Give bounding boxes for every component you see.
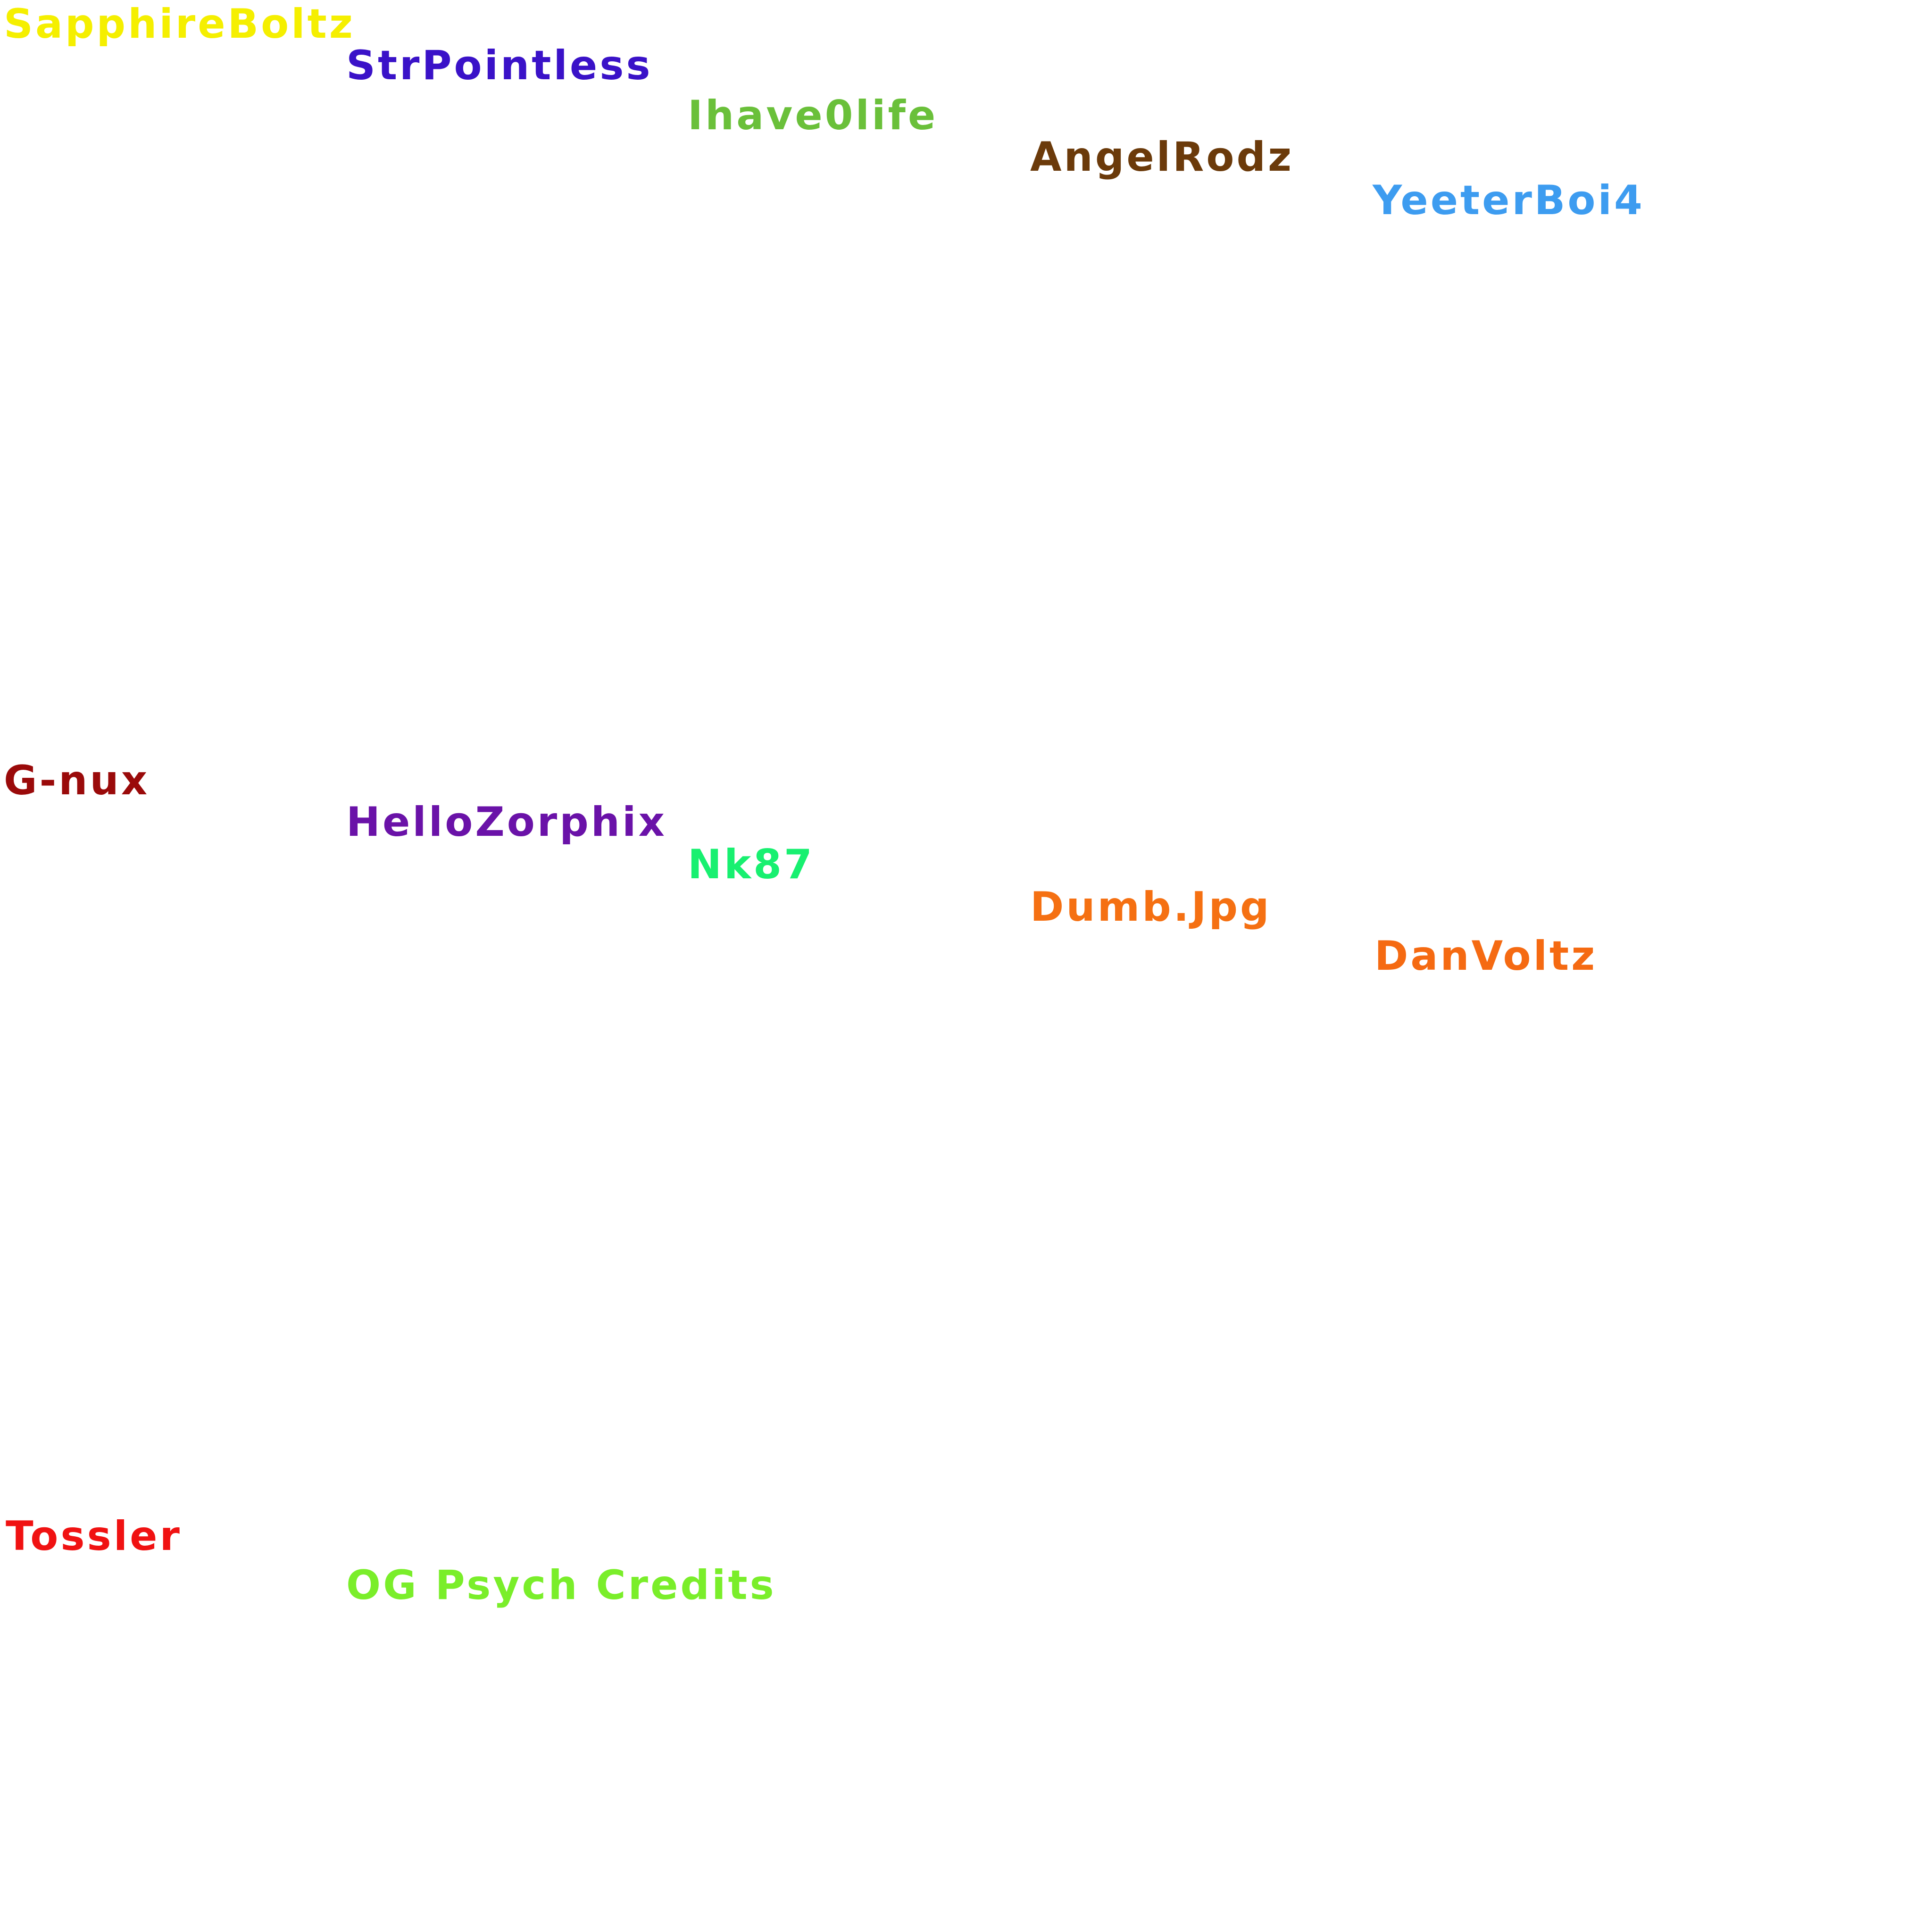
credit-name-dumb-jpg: Dumb.Jpg [1030, 883, 1272, 931]
credit-name-yeeterboi4: YeeterBoi4 [1373, 177, 1645, 224]
credit-name-danvoltz: DanVoltz [1374, 933, 1598, 980]
credit-name-hellozorphix: HelloZorphix [346, 799, 667, 846]
credit-name-tossler: Tossler [6, 1513, 182, 1560]
credit-name-ihave0life: Ihave0life [688, 92, 938, 139]
credit-name-og-psych-credits: OG Psych Credits [346, 1562, 776, 1609]
credit-name-sapphireboltz: SapphireBoltz [4, 0, 355, 48]
credit-name-g-nux: G-nux [4, 757, 150, 804]
credit-name-nk87: Nk87 [688, 841, 815, 888]
credit-name-angelrodz: AngelRodz [1030, 133, 1294, 181]
credit-name-strpointless: StrPointless [346, 42, 653, 89]
